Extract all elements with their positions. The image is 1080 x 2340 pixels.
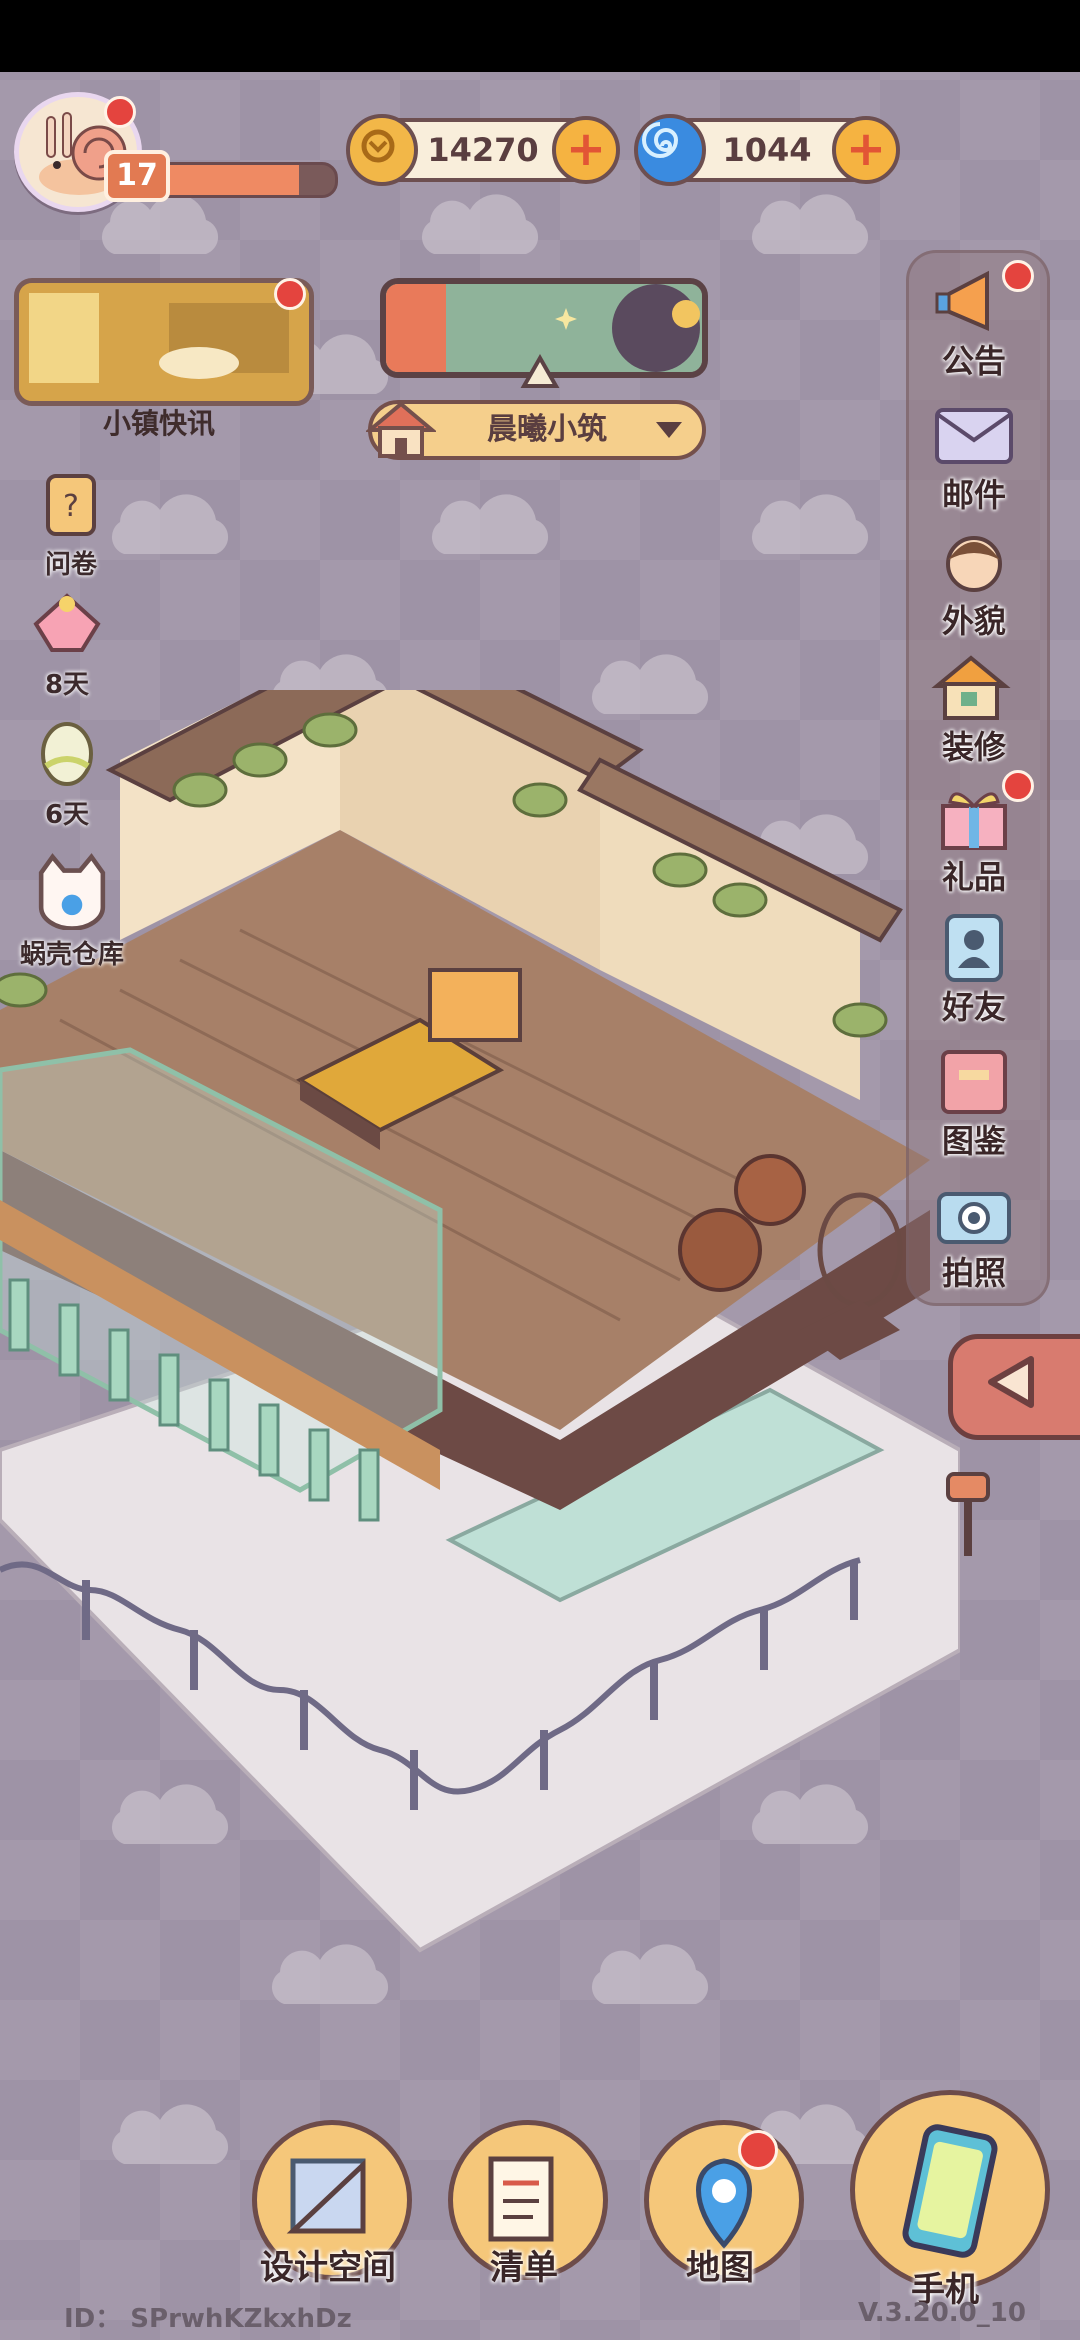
catalog-button[interactable]: 图鉴 — [914, 1046, 1034, 1162]
decorate-label: 装修 — [941, 728, 1006, 766]
question-clipboard-icon: ? — [46, 474, 96, 536]
appearance-button[interactable]: 外貌 — [914, 526, 1034, 642]
mailbox-icon[interactable] — [944, 1470, 994, 1560]
house-selector[interactable]: 晨曦小筑 — [366, 400, 706, 460]
town-news-label: 小镇快讯 — [102, 407, 215, 440]
gem-amount: 1044 — [722, 131, 812, 169]
announcement-label: 公告 — [941, 342, 1006, 380]
avatar-notification-dot — [104, 96, 136, 128]
character-face-icon — [946, 536, 1002, 592]
shell-warehouse-button[interactable]: 蜗壳仓库 — [12, 850, 132, 971]
egg-gift-icon — [41, 722, 93, 786]
design-space-label: 设计空间 — [260, 2248, 396, 2288]
camera-icon — [937, 1192, 1011, 1244]
gem-currency-pill: 1044 + — [634, 114, 900, 186]
friends-label: 好友 — [941, 988, 1006, 1026]
mail-button[interactable]: 邮件 — [914, 400, 1034, 516]
map-label: 地图 — [686, 2248, 754, 2288]
shell-warehouse-label: 蜗壳仓库 — [19, 940, 124, 970]
photo-button[interactable]: 拍照 — [914, 1178, 1034, 1294]
house-icon — [366, 401, 436, 458]
blue-shell-icon — [634, 114, 706, 186]
add-gold-button[interactable]: + — [552, 116, 620, 184]
gift-label: 礼品 — [941, 858, 1006, 896]
news-notification-dot — [274, 278, 306, 310]
time-marker-icon — [520, 354, 560, 388]
status-bar — [0, 0, 1080, 72]
survey-label: 问卷 — [44, 550, 97, 580]
gold-currency-pill: 14270 + — [346, 114, 620, 186]
event-6-days-button[interactable]: 6天 — [22, 720, 112, 831]
photo-label: 拍照 — [941, 1254, 1006, 1292]
xp-bar-fill — [153, 165, 299, 195]
mail-label: 邮件 — [941, 476, 1006, 514]
chevron-down-icon — [656, 422, 682, 438]
event-6-days-label: 6天 — [44, 800, 90, 830]
gold-amount: 14270 — [427, 131, 539, 169]
catalog-label: 图鉴 — [941, 1122, 1006, 1160]
phone-icon — [902, 2124, 998, 2258]
gift-notification-dot — [1002, 770, 1034, 802]
map-notification-dot — [738, 2130, 778, 2170]
collapse-menu-button[interactable] — [948, 1334, 1080, 1440]
house-wrench-icon — [931, 655, 1011, 720]
player-level-badge: 17 — [104, 150, 170, 202]
house-scene[interactable] — [0, 690, 960, 1960]
announcement-notification-dot — [1002, 260, 1034, 292]
cat-warehouse-icon — [38, 853, 106, 931]
event-8-days-button[interactable]: 8天 — [22, 590, 112, 701]
survey-button[interactable]: ? 问卷 — [26, 470, 116, 581]
envelope-icon — [935, 408, 1013, 464]
friends-button[interactable]: 好友 — [914, 912, 1034, 1028]
phone-button[interactable] — [850, 2090, 1050, 2290]
svg-text:?: ? — [63, 489, 79, 524]
decorate-button[interactable]: 装修 — [914, 652, 1034, 768]
xp-bar — [150, 162, 338, 198]
gold-coin-icon — [346, 114, 418, 186]
house-name: 晨曦小筑 — [487, 412, 607, 447]
arrow-left-icon — [988, 1356, 1034, 1408]
appearance-label: 外貌 — [941, 602, 1006, 640]
checklist-label: 清单 — [490, 2248, 558, 2288]
pink-scroll-icon — [33, 593, 101, 652]
town-news-banner[interactable] — [14, 278, 314, 406]
news-thumbnail-image — [19, 283, 309, 401]
add-gem-button[interactable]: + — [832, 116, 900, 184]
player-id-text: ID： SPrwhKZkxhDz — [64, 2304, 352, 2334]
book-icon — [941, 1050, 1007, 1114]
event-8-days-label: 8天 — [44, 670, 90, 700]
version-text: V.3.20.0_10 — [858, 2298, 1026, 2328]
friends-contact-icon — [945, 914, 1003, 982]
